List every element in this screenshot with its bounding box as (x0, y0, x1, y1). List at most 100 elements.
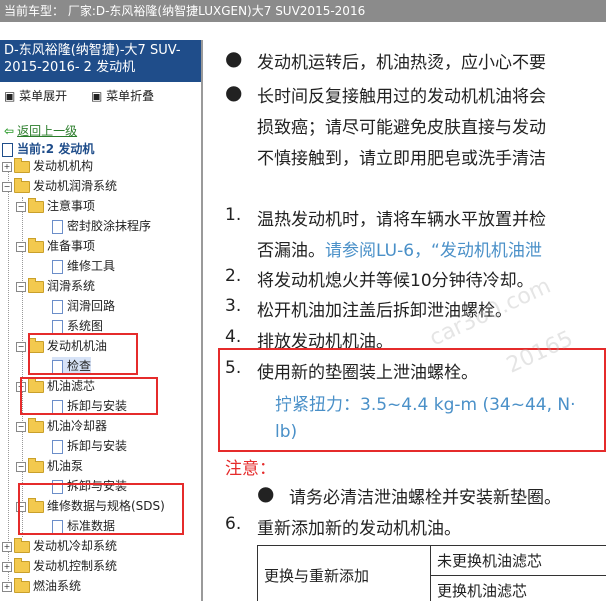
tree-label: 燃油系统 (33, 579, 82, 593)
oil-capacity-table: 更换与重新添加 未更换机油滤芯 更换机油滤芯 (257, 545, 606, 601)
collapse-icon[interactable]: − (16, 461, 26, 472)
top-title-bar: 当前车型： 厂家:D-东风裕隆(纳智捷LUXGEN)大7 SUV2015-201… (0, 0, 606, 22)
step-5: 使用新的垫圈装上泄油螺栓。 (257, 363, 478, 383)
step-2: 将发动机熄火并等候10分钟待冷却。 (257, 271, 534, 291)
table-cell: 更换机油滤芯 (430, 575, 606, 601)
highlight-box (18, 483, 184, 535)
menu-controls: ▣ 菜单展开 ▣ 菜单折叠 (0, 82, 201, 104)
step-number: 4. (225, 327, 242, 347)
folder-open-icon (28, 457, 44, 473)
note-text: 请务必清洁泄油螺栓并安装新垫圈。 (289, 488, 561, 508)
tree-node-lube-circuit[interactable]: 润滑回路 (52, 297, 115, 315)
folder-open-icon (28, 417, 44, 433)
reference-link[interactable]: 请参阅LU-6，“发动机机油泄 (325, 241, 542, 261)
expand-icon[interactable]: + (2, 161, 12, 172)
tree-label: 机油泵 (47, 459, 84, 473)
expand-menu-button[interactable]: ▣ 菜单展开 (4, 89, 77, 103)
tree-node-engine-mechanism[interactable]: + 发动机机构 (2, 157, 93, 175)
tree-node-sealant[interactable]: 密封胶涂抹程序 (52, 217, 151, 235)
document-icon (2, 142, 13, 157)
back-arrow-icon: ⇦ (4, 124, 15, 138)
current-node: 当前:2 发动机 (2, 140, 94, 157)
warning-bullet-2-line1: 长时间反复接触用过的发动机机油将会 (257, 87, 546, 107)
step-1-line1: 温热发动机时，请将车辆水平放置并检 (257, 210, 546, 230)
expand-icon[interactable]: + (2, 541, 12, 552)
bullet-icon: ● (225, 80, 243, 104)
collapse-icon[interactable]: − (16, 281, 26, 292)
folder-icon (14, 537, 30, 553)
warning-bullet-1: 发动机运转后，机油热烫，应小心不要 (257, 53, 546, 73)
bullet-icon: ● (225, 46, 243, 70)
expand-label: 菜单展开 (19, 89, 68, 103)
tree-label: 发动机润滑系统 (33, 179, 118, 193)
document-icon (52, 259, 63, 274)
folder-icon (14, 577, 30, 593)
folder-open-icon (28, 277, 44, 293)
tree-node-lube-system[interactable]: − 润滑系统 (16, 277, 95, 295)
torque-spec-line1: 拧紧扭力：3.5~4.4 kg-m (34~44, N· (275, 395, 576, 415)
tree-node-fuel[interactable]: + 燃油系统 (2, 577, 81, 595)
tree-node-precautions[interactable]: − 注意事项 (16, 197, 95, 215)
tree-node-oil-pump[interactable]: − 机油泵 (16, 457, 83, 475)
tree-label: 发动机机构 (33, 159, 94, 173)
folder-open-icon (14, 177, 30, 193)
table-row: 更换与重新添加 未更换机油滤芯 (257, 545, 606, 601)
tree-node-lubrication[interactable]: − 发动机润滑系统 (2, 177, 117, 195)
collapse-icon[interactable]: − (16, 341, 26, 352)
tree-node-preparation[interactable]: − 准备事项 (16, 237, 95, 255)
document-icon (52, 219, 63, 234)
collapse-icon[interactable]: − (16, 421, 26, 432)
sidebar-header: D-东风裕隆(纳智捷)-大7 SUV-2015-2016- 2 发动机 (0, 40, 201, 82)
highlight-box (28, 333, 138, 375)
bullet-icon: ● (257, 481, 275, 505)
tree-node-control[interactable]: + 发动机控制系统 (2, 557, 117, 575)
tree-label: 维修工具 (67, 259, 116, 273)
tree-label: 发动机冷却系统 (33, 539, 118, 553)
highlight-box (20, 377, 158, 415)
toolbar-gap (0, 22, 606, 40)
tree-node-cooler-removal[interactable]: 拆卸与安装 (52, 437, 127, 455)
tree-label: 密封胶涂抹程序 (67, 219, 152, 233)
tree-label: 机油冷却器 (47, 419, 108, 433)
note-label: 注意： (225, 459, 276, 479)
step-number: 6. (225, 514, 242, 534)
step-1-line2: 否漏油。请参阅LU-6，“发动机机油泄 (257, 236, 542, 261)
folder-open-icon (28, 237, 44, 253)
folder-open-icon (28, 197, 44, 213)
tree-label: 润滑系统 (47, 279, 96, 293)
tree-node-oil-cooler[interactable]: − 机油冷却器 (16, 417, 107, 435)
expand-icon[interactable]: + (2, 581, 12, 592)
tree-label: 系统图 (67, 319, 104, 333)
table-row-header: 更换与重新添加 (257, 545, 431, 601)
step-1-text: 否漏油。 (257, 241, 325, 261)
tree-label: 注意事项 (47, 199, 96, 213)
current-label: 当前:2 发动机 (17, 142, 95, 156)
back-link[interactable]: ⇦ 返回上一级 (4, 122, 77, 139)
tree-label: 准备事项 (47, 239, 96, 253)
tree-node-cooling[interactable]: + 发动机冷却系统 (2, 537, 117, 555)
vehicle-title: 当前车型： 厂家:D-东风裕隆(纳智捷LUXGEN)大7 SUV2015-201… (4, 4, 366, 18)
collapse-icon[interactable]: − (2, 181, 12, 192)
tree-node-tools[interactable]: 维修工具 (52, 257, 115, 275)
warning-bullet-2-line2: 损致癌；请尽可能避免皮肤直接与发动 (257, 118, 546, 138)
torque-spec-line2: lb) (275, 422, 298, 442)
tree-label: 发动机控制系统 (33, 559, 118, 573)
collapse-icon[interactable]: − (16, 201, 26, 212)
step-number: 1. (225, 205, 242, 225)
tree-label: 拆卸与安装 (67, 439, 128, 453)
expand-icon[interactable]: + (2, 561, 12, 572)
document-content: ● 发动机运转后，机油热烫，应小心不要 ● 长时间反复接触用过的发动机机油将会 … (205, 40, 606, 601)
step-number: 5. (225, 358, 242, 378)
step-6: 重新添加新的发动机机油。 (257, 519, 461, 539)
step-number: 3. (225, 296, 242, 316)
folder-icon (14, 157, 30, 173)
collapse-icon[interactable]: − (16, 241, 26, 252)
table-cell: 未更换机油滤芯 (430, 545, 606, 576)
document-icon (52, 439, 63, 454)
collapse-menu-button[interactable]: ▣ 菜单折叠 (91, 89, 164, 103)
back-label: 返回上一级 (17, 124, 78, 138)
document-icon (52, 319, 63, 334)
tree-label: 润滑回路 (67, 299, 116, 313)
warning-bullet-2-line3: 不慎接触到，请立即用肥皂或洗手清洁 (257, 149, 546, 169)
step-number: 2. (225, 266, 242, 286)
